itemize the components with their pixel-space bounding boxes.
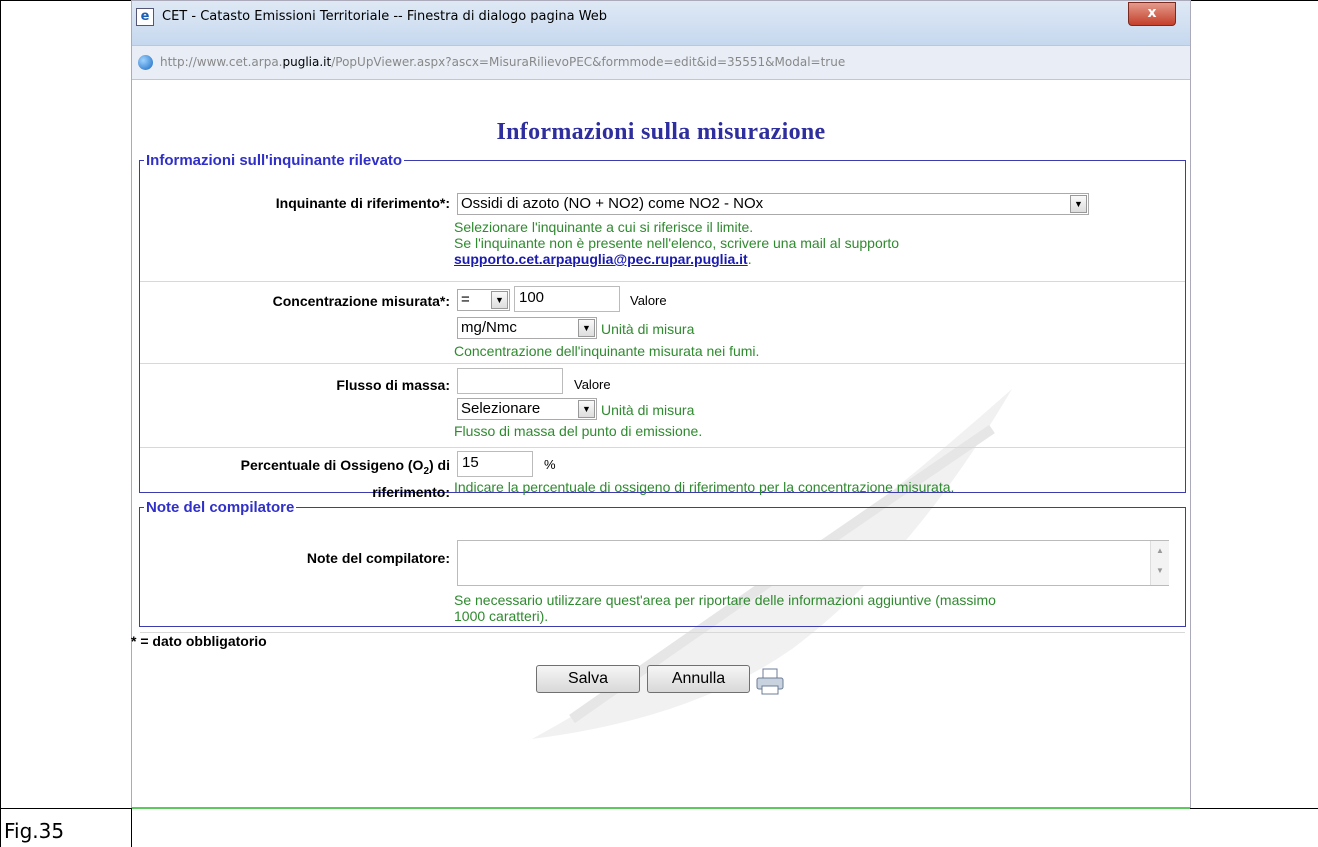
window-title: CET - Catasto Emissioni Territoriale -- …: [162, 9, 608, 24]
chevron-down-icon[interactable]: ▼: [491, 291, 508, 309]
frame-top-line: [0, 0, 131, 1]
page-title: Informazioni sulla misurazione: [496, 119, 826, 145]
chevron-down-icon[interactable]: ▼: [578, 400, 595, 418]
fieldset-note: Note del compilatore Note del compilator…: [139, 499, 1186, 633]
row-inquinante: Inquinante di riferimento*: Ossidi di az…: [140, 191, 1185, 282]
unit-select[interactable]: mg/Nmc ▼: [457, 317, 597, 339]
note-hint-line1: Se necessario utilizzare quest'area per …: [454, 592, 996, 608]
flusso-unit-select[interactable]: Selezionare ▼: [457, 398, 597, 420]
chevron-down-icon[interactable]: ▼: [578, 319, 595, 337]
row-ossigeno: Percentuale di Ossigeno (O2) di riferime…: [140, 449, 1185, 502]
ossigeno-label-line2: riferimento:: [372, 483, 450, 500]
frame-caption-divider: [131, 808, 132, 847]
concentrazione-value-label: Valore: [630, 293, 667, 308]
fieldset-inquinante: Informazioni sull'inquinante rilevato In…: [139, 152, 1186, 500]
title-bar: e CET - Catasto Emissioni Territoriale -…: [132, 1, 1190, 45]
ossigeno-value-input[interactable]: 15: [457, 451, 533, 477]
flusso-label: Flusso di massa:: [336, 377, 450, 393]
ie-icon: e: [136, 8, 154, 26]
inquinante-hint: Selezionare l'inquinante a cui si riferi…: [454, 219, 899, 267]
support-email-link[interactable]: supporto.cet.arpapuglia@pec.rupar.puglia…: [454, 251, 748, 267]
inquinante-select[interactable]: Ossidi di azoto (NO + NO2) come NO2 - NO…: [457, 193, 1089, 215]
figure-caption: Fig.35: [4, 819, 65, 843]
row-note: Note del compilatore: ▲ ▼ Se necessario u…: [140, 538, 1185, 633]
bottom-green-line: [132, 807, 1190, 809]
ossigeno-label: Percentuale di Ossigeno (O2) di riferime…: [241, 455, 450, 502]
frame-top-line-right: [1191, 0, 1318, 1]
dialog-content: Informazioni sulla misurazione Informazi…: [131, 79, 1190, 809]
ossigeno-unit-label: %: [544, 457, 556, 472]
save-button[interactable]: Salva: [536, 665, 640, 693]
unit-selected: mg/Nmc: [461, 319, 517, 336]
globe-icon: [138, 55, 153, 70]
url-suffix: /PopUpViewer.aspx?ascx=MisuraRilievoPEC&…: [331, 55, 846, 69]
legend-note: Note del compilatore: [146, 499, 295, 516]
concentrazione-hint: Concentrazione dell'inquinante misurata …: [454, 343, 760, 359]
close-button[interactable]: x: [1128, 2, 1176, 26]
legend-inquinante: Informazioni sull'inquinante rilevato: [146, 152, 403, 169]
ossigeno-label-part1: Percentuale di Ossigeno (O: [240, 457, 424, 473]
inquinante-selected: Ossidi di azoto (NO + NO2) come NO2 - NO…: [461, 195, 764, 212]
note-textarea[interactable]: [457, 540, 1169, 586]
printer-icon[interactable]: [754, 667, 786, 697]
flusso-unit-label: Unità di misura: [601, 402, 695, 418]
chevron-down-icon[interactable]: ▼: [1070, 195, 1087, 213]
flusso-value-input[interactable]: [457, 368, 563, 394]
flusso-hint: Flusso di massa del punto di emissione.: [454, 423, 703, 439]
inquinante-label: Inquinante di riferimento*:: [275, 195, 450, 211]
row-concentrazione: Concentrazione misurata*: = ▼ 100 Valore…: [140, 283, 1185, 364]
url-domain: puglia.it: [282, 55, 332, 69]
unit-label: Unità di misura: [601, 321, 695, 337]
inquinante-hint-line2: Se l'inquinante non è presente nell'elen…: [454, 235, 900, 251]
note-label: Note del compilatore:: [306, 550, 450, 566]
email-suffix: .: [747, 251, 752, 267]
dialog-window: e CET - Catasto Emissioni Territoriale -…: [131, 0, 1191, 809]
required-note: * = dato obbligatorio: [131, 633, 267, 649]
note-scrollbar[interactable]: ▲ ▼: [1150, 541, 1169, 585]
url-text: http://www.cet.arpa.puglia.it/PopUpViewe…: [160, 55, 845, 69]
url-prefix: http://www.cet.arpa.: [160, 55, 283, 69]
frame-left-line: [0, 0, 1, 847]
row-flusso: Flusso di massa: Valore Selezionare ▼ Un…: [140, 365, 1185, 448]
flusso-value-label: Valore: [574, 377, 611, 392]
ossigeno-label-part2: ) di: [429, 457, 450, 473]
operator-selected: =: [461, 291, 470, 308]
note-hint-line2: 1000 caratteri).: [454, 608, 549, 624]
note-hint: Se necessario utilizzare quest'area per …: [454, 592, 996, 624]
address-bar: http://www.cet.arpa.puglia.it/PopUpViewe…: [132, 45, 1190, 80]
inquinante-hint-line1: Selezionare l'inquinante a cui si riferi…: [454, 219, 754, 235]
concentrazione-value-input[interactable]: 100: [514, 286, 620, 312]
operator-select[interactable]: = ▼: [457, 289, 510, 311]
ossigeno-hint: Indicare la percentuale di ossigeno di r…: [454, 479, 955, 495]
cancel-button[interactable]: Annulla: [647, 665, 750, 693]
flusso-unit-selected: Selezionare: [461, 400, 541, 417]
concentrazione-label: Concentrazione misurata*:: [272, 293, 450, 309]
